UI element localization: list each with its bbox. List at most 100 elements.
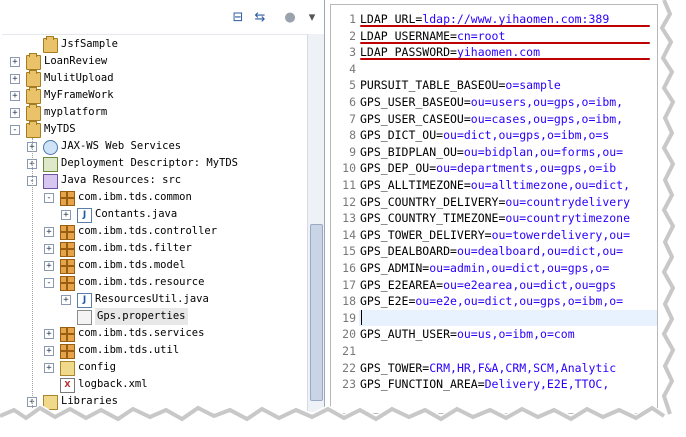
properties-file-icon [77, 310, 92, 325]
expand-toggle-icon[interactable]: + [44, 329, 54, 339]
folder-icon [60, 361, 75, 376]
property-value: ou=bidplan,ou=forms,ou= [463, 144, 624, 159]
code-line[interactable]: GPS_TOWER_DELIVERY=ou=towerdelivery,ou= [360, 227, 630, 244]
tree-item[interactable]: Xlogback.xml [2, 376, 307, 393]
view-menu-icon[interactable]: ● [282, 10, 298, 26]
tree-item-label: JAX-WS Web Services [61, 140, 182, 152]
code-line[interactable]: GPS_AUTH_USER=ou=us,o=ibm,o=com [360, 326, 575, 343]
collapse-all-icon[interactable]: ⊟ [230, 10, 246, 26]
property-key: LDAP_URL= [360, 12, 423, 26]
code-line[interactable]: GPS_TOWER=CRM,HR,F&A,CRM,SCM,Analytic [360, 360, 616, 377]
tree-item[interactable]: + MulitUpload [2, 70, 307, 87]
line-number: 22 [342, 360, 356, 375]
collapse-toggle-icon[interactable]: - [44, 193, 54, 203]
explorer-scrollbar[interactable] [307, 34, 324, 412]
property-value: ldap://www.yihaomen.com:389 [422, 12, 610, 26]
tree-item[interactable]: - com.ibm.tds.resource [2, 274, 307, 291]
tree-item[interactable]: + config [2, 359, 307, 376]
chevron-down-icon[interactable]: ▾ [304, 10, 320, 26]
tree-item[interactable]: + com.ibm.tds.filter [2, 240, 307, 257]
code-line[interactable]: GPS_E2EAREA=ou=e2earea,ou=dict,ou=gps [360, 277, 616, 294]
code-line[interactable]: PURSUIT_TABLE_BASEOU=o=sample [360, 77, 561, 94]
package-icon [60, 259, 75, 274]
code-line[interactable]: GPS_ADMIN=ou=admin,ou=dict,ou=gps,o= [360, 260, 609, 277]
tree-item[interactable]: + JAX-WS Web Services [2, 138, 307, 155]
code-line[interactable]: GPS_DEALBOARD=ou=dealboard,ou=dict,ou= [360, 243, 623, 260]
property-value: ou=admin,ou=dict,ou=gps,o= [429, 261, 610, 275]
property-key: LDAP_USERNAME= [360, 28, 457, 43]
line-number: 7 [349, 111, 356, 126]
collapse-toggle-icon[interactable]: - [10, 125, 20, 135]
tree-item[interactable]: Gps.properties [2, 308, 307, 325]
tree-item[interactable]: + com.ibm.tds.model [2, 257, 307, 274]
code-line[interactable]: GPS_USER_BASEOU=ou=users,ou=gps,o=ibm, [360, 94, 623, 111]
code-line[interactable]: GPS_COUNTRY_TIMEZONE=ou=countrytimezone [360, 210, 630, 227]
tree-item-label: Gps.properties [95, 308, 188, 325]
property-value: ou=dict,ou=gps,o=ibm,o=s [443, 128, 610, 143]
tree-item[interactable]: + com.ibm.tds.util [2, 342, 307, 359]
property-key: GPS_TOWER_DELIVERY= [360, 227, 492, 242]
project-icon [26, 53, 41, 70]
code-line[interactable]: GPS_DICT_OU=ou=dict,ou=gps,o=ibm,o=s [360, 127, 609, 144]
expand-toggle-icon[interactable]: + [61, 295, 71, 305]
expand-toggle-icon[interactable]: + [61, 210, 71, 220]
java-file-icon: J [77, 293, 92, 308]
project-icon [26, 121, 41, 138]
property-key: GPS_DEP_OU= [360, 161, 437, 176]
tree-item[interactable]: + J ResourcesUtil.java [2, 291, 307, 308]
code-line[interactable]: GPS_ALLTIMEZONE=ou=alltimezone,ou=dict, [360, 177, 630, 194]
property-value: ou=dealboard,ou=dict,ou= [456, 244, 624, 259]
line-number: 6 [349, 95, 356, 109]
code-line[interactable]: GPS_DEP_OU=ou=departments,ou=gps,o=ib [360, 160, 616, 177]
tree-item-label: Deployment Descriptor: MyTDS [61, 157, 239, 169]
tree-item-label: com.ibm.tds.controller [78, 225, 218, 237]
scrollbar-thumb[interactable] [310, 224, 323, 401]
property-key: GPS_E2E= [360, 294, 416, 309]
line-number: 9 [349, 144, 356, 159]
code-line[interactable]: GPS_COUNTRY_DELIVERY=ou=countrydelivery [360, 194, 630, 211]
tree-item[interactable]: + Deployment Descriptor: MyTDS [2, 155, 307, 172]
tree-item[interactable]: + com.ibm.tds.services [2, 325, 307, 342]
code-line[interactable]: GPS_USER_CASEOU=ou=cases,ou=gps,o=ibm, [360, 111, 623, 128]
code-line[interactable]: GPS_BIDPLAN_OU=ou=bidplan,ou=forms,ou= [360, 144, 623, 161]
tree-item[interactable]: - com.ibm.tds.common [2, 189, 307, 206]
tree-item-label: Contants.java [95, 208, 178, 220]
tree-item[interactable]: + LoanReview [2, 53, 307, 70]
expand-toggle-icon[interactable]: + [44, 244, 54, 254]
code-line[interactable]: GPS_E2E=ou=e2e,ou=dict,ou=gps,o=ibm,o= [360, 293, 623, 310]
tree-item[interactable]: + J Contants.java [2, 206, 307, 223]
line-number: 3 [349, 45, 356, 60]
property-key: GPS_ADMIN= [360, 261, 430, 275]
tree-item[interactable]: + Libraries [2, 393, 307, 410]
code-line[interactable]: GPS_FUNCTION_AREA=Delivery,E2E,TTOC, [360, 376, 609, 393]
line-number: 11 [342, 178, 356, 192]
expand-toggle-icon[interactable]: + [10, 91, 20, 101]
tree-item[interactable]: - Java Resources: src [2, 172, 307, 189]
tree-item-label: MyFrameWork [44, 89, 114, 101]
tree-item[interactable]: + myplatform [2, 104, 307, 121]
tree-item[interactable]: + com.ibm.tds.controller [2, 223, 307, 240]
expand-toggle-icon[interactable]: + [10, 108, 20, 118]
expand-toggle-icon[interactable]: + [10, 74, 20, 84]
property-key: GPS_COUNTRY_TIMEZONE= [360, 211, 506, 226]
tree-item-label: Libraries [61, 395, 118, 407]
property-key: GPS_ALLTIMEZONE= [360, 178, 471, 192]
line-number: 4 [349, 61, 356, 76]
expand-toggle-icon[interactable]: + [44, 227, 54, 237]
tree-item[interactable]: + MyFrameWork [2, 87, 307, 104]
expand-toggle-icon[interactable]: + [44, 363, 54, 373]
tree-item[interactable]: - MyTDS [2, 121, 307, 138]
link-with-editor-icon[interactable]: ⇆ [252, 10, 268, 26]
tree-item[interactable]: JsfSample [2, 36, 307, 53]
expand-toggle-icon[interactable]: + [44, 261, 54, 271]
package-icon [60, 225, 75, 240]
property-value: ou=users,ou=gps,o=ibm, [470, 95, 624, 109]
project-icon [43, 36, 58, 53]
line-number: 23 [342, 377, 356, 392]
line-number: 10 [342, 161, 356, 176]
expand-toggle-icon[interactable]: + [44, 346, 54, 356]
expand-toggle-icon[interactable]: + [10, 57, 20, 67]
screenshot-frame: ⊟ ⇆ ● ▾ JsfSample + LoanReview + MulitUpload… [0, 0, 686, 437]
code-area[interactable]: LDAP_URL=ldap://www.yihaomen.com:389 LDAP… [360, 5, 660, 412]
collapse-toggle-icon[interactable]: - [44, 278, 54, 288]
